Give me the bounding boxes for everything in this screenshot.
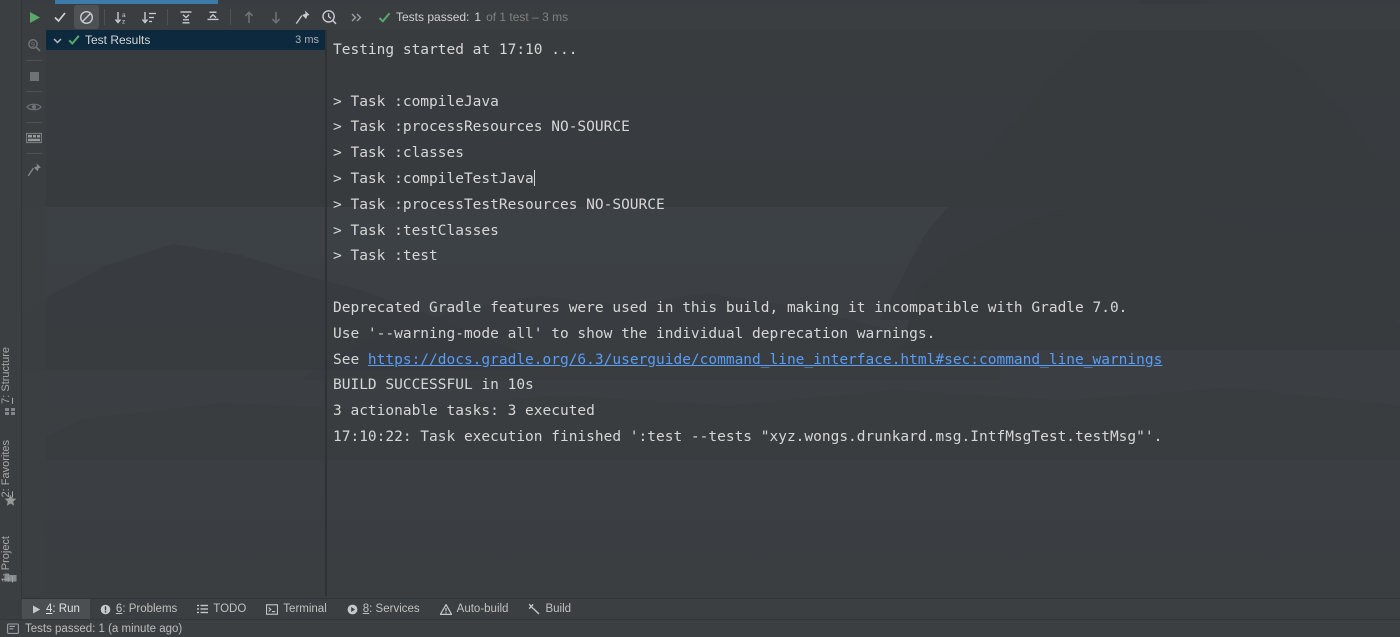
star-icon bbox=[4, 494, 17, 506]
hammer-icon bbox=[529, 603, 540, 615]
sort-by-duration-button[interactable] bbox=[137, 5, 162, 29]
stop-square-icon[interactable] bbox=[22, 61, 46, 91]
favorites-label: : Favorites bbox=[0, 440, 12, 492]
collapse-all-button[interactable] bbox=[200, 5, 225, 29]
build-label: Build bbox=[545, 603, 572, 615]
more-options-button[interactable] bbox=[344, 5, 369, 29]
problems-label: : Problems bbox=[122, 603, 178, 615]
text-caret bbox=[533, 169, 535, 186]
test-results-label: Test Results bbox=[85, 33, 151, 47]
console-icon bbox=[7, 622, 19, 634]
sort-alphabetically-button[interactable]: a z bbox=[110, 5, 135, 29]
test-results-tree-body[interactable] bbox=[46, 50, 325, 596]
coverage-grid-icon[interactable] bbox=[22, 123, 46, 153]
structure-shortcut: 7 bbox=[0, 397, 12, 404]
show-passed-button[interactable] bbox=[47, 5, 72, 29]
tool-window-auto-build[interactable]: Auto-build bbox=[430, 599, 519, 620]
tool-window-run[interactable]: 4: Run bbox=[22, 598, 90, 620]
status-bar: Tests passed: 1 (a minute ago) bbox=[0, 619, 1400, 637]
structure-icon bbox=[5, 408, 15, 415]
run-tool-window: Test Results 3 ms Testing started at 17:… bbox=[46, 30, 1400, 596]
test-results-root-row[interactable]: Test Results 3 ms bbox=[46, 30, 325, 50]
folder-icon bbox=[4, 573, 17, 582]
toolbar-divider-2 bbox=[167, 9, 168, 25]
services-label: : Services bbox=[369, 603, 420, 615]
next-failed-test-button[interactable] bbox=[263, 5, 288, 29]
tool-window-services[interactable]: 8: Services bbox=[337, 599, 430, 620]
triangle-warning-icon bbox=[439, 603, 452, 615]
test-results-tree-pane: Test Results 3 ms bbox=[46, 30, 325, 596]
play-circle-icon bbox=[347, 604, 358, 614]
test-results-duration: 3 ms bbox=[295, 34, 319, 46]
svg-text:9: 9 bbox=[31, 42, 35, 49]
terminal-label: Terminal bbox=[283, 603, 327, 615]
watch-eye-icon[interactable] bbox=[22, 92, 46, 122]
tool-window-terminal[interactable]: Terminal bbox=[256, 599, 336, 620]
structure-label: : Structure bbox=[0, 346, 12, 398]
left-tool-window-strip: 7: Structure 2: Favorites 1: Project bbox=[0, 0, 22, 600]
expand-all-button[interactable] bbox=[173, 5, 198, 29]
project-label: : Project bbox=[0, 535, 12, 577]
status-bar-message: Tests passed: 1 (a minute ago) bbox=[25, 622, 183, 635]
tests-passed-label: Tests passed: bbox=[396, 10, 470, 24]
chevron-down-icon[interactable] bbox=[52, 35, 63, 46]
test-history-button[interactable] bbox=[317, 5, 342, 29]
play-icon bbox=[33, 605, 41, 613]
run-tool-window-icon-rail: 9 bbox=[22, 4, 46, 596]
bottom-tool-window-bar: 4: Run 6: Problems TODO Terminal 8: Serv… bbox=[22, 598, 1400, 620]
debugger-frames-icon[interactable]: 9 bbox=[22, 30, 46, 60]
warning-circle-icon bbox=[100, 604, 111, 614]
rerun-play-icon[interactable] bbox=[22, 4, 46, 30]
gradle-docs-link[interactable]: https://docs.gradle.org/6.3/userguide/co… bbox=[368, 352, 1162, 368]
check-green-icon bbox=[378, 12, 391, 23]
console-text: Testing started at 17:10 ... > Task :com… bbox=[333, 42, 1163, 445]
run-label: : Run bbox=[52, 603, 80, 615]
gradle-console-output[interactable]: Testing started at 17:10 ... > Task :com… bbox=[327, 30, 1400, 596]
test-passed-check-icon bbox=[68, 35, 80, 45]
toolbar-divider-1 bbox=[104, 9, 105, 25]
tool-window-problems[interactable]: 6: Problems bbox=[90, 599, 187, 620]
terminal-icon bbox=[266, 603, 279, 615]
previous-failed-test-button[interactable] bbox=[236, 5, 261, 29]
tool-window-todo[interactable]: TODO bbox=[187, 599, 256, 620]
list-icon bbox=[197, 604, 209, 614]
todo-label: TODO bbox=[213, 603, 247, 615]
pin-tab-button[interactable] bbox=[290, 5, 315, 29]
pin-icon[interactable] bbox=[22, 154, 46, 184]
test-status-summary: Tests passed: 1 of 1 test – 3 ms bbox=[378, 10, 568, 24]
tests-passed-count: 1 bbox=[474, 10, 482, 24]
svg-text:z: z bbox=[122, 18, 125, 25]
auto-build-label: Auto-build bbox=[456, 603, 509, 615]
tool-window-build[interactable]: Build bbox=[518, 599, 581, 620]
tests-passed-detail: of 1 test – 3 ms bbox=[486, 10, 569, 24]
show-ignored-button[interactable] bbox=[74, 5, 99, 29]
toolbar-divider-3 bbox=[230, 9, 231, 25]
test-runner-toolbar: a z Tests passed: 1 of 1 test – 3 ms bbox=[46, 4, 1400, 30]
sidebar-item-project[interactable]: 1: Project bbox=[0, 514, 22, 604]
